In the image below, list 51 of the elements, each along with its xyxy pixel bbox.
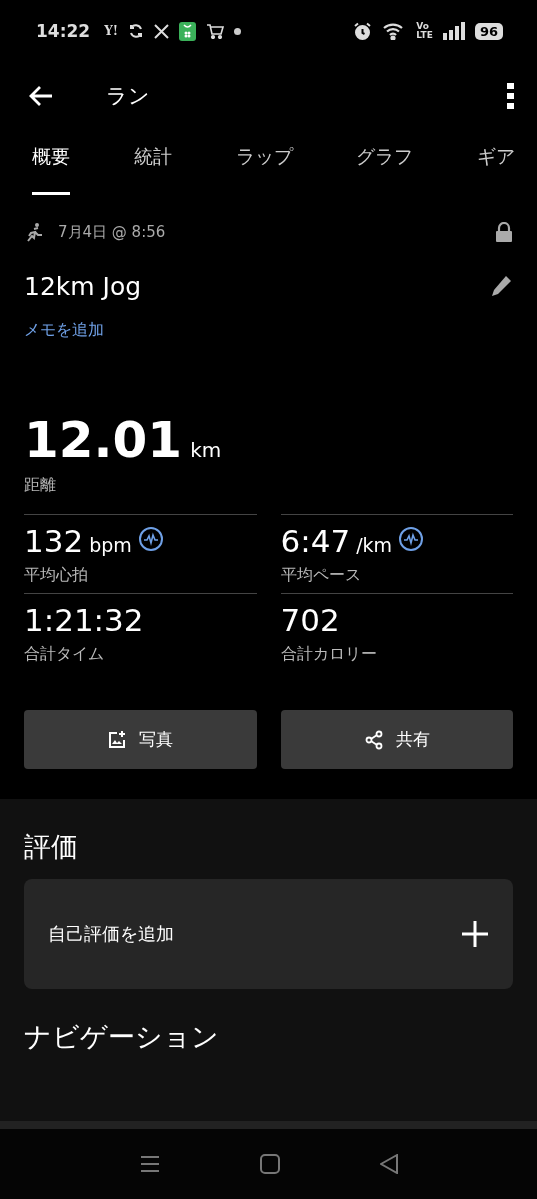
home-icon[interactable] [259,1154,280,1174]
stat-label: 合計タイム [24,644,105,665]
stat-unit: bpm [89,534,132,556]
distance-unit: km [190,438,222,462]
back-arrow-icon[interactable] [28,84,54,108]
menu-icon[interactable] [139,1155,160,1173]
stat-label: 平均ペース [280,565,362,586]
pencil-icon[interactable] [489,274,513,298]
plus-icon [461,920,489,948]
tab[interactable]: ギア [465,130,527,212]
x-logo-icon [153,23,169,39]
tab[interactable]: グラフ [344,130,426,212]
section-heading: 評価 [24,830,79,864]
signal-icon [442,22,465,40]
tab[interactable]: 概要 [20,130,82,212]
share-icon [363,729,384,750]
cart-icon [205,23,224,39]
activity-date: 7月4日 @ 8:56 [58,222,167,242]
dot-icon [233,27,241,35]
back-icon[interactable] [379,1154,398,1174]
share-button[interactable]: 共有 [280,710,513,769]
more-menu-icon[interactable] [507,83,515,109]
clock-time: 14:22 [36,21,91,41]
activity-title: 12km Jog [24,271,143,301]
lock-icon [495,222,513,242]
shopping-bag-icon [178,21,196,41]
distance-label: 距離 [24,475,57,496]
screen-title: ラン [106,83,151,110]
stat-value: 1:21:32 [24,602,144,638]
network-type-label: Vo LTE [416,22,433,40]
alarm-clock-icon [353,21,373,41]
tab[interactable]: 統計 [121,130,184,212]
add-photo-icon [107,729,128,750]
distance-value: 12.01 [24,411,183,469]
stat-value: 702 [280,602,340,638]
heart-rate-zone-icon [137,526,164,552]
heart-rate-zone-icon [398,526,425,552]
battery-level: 96 [474,22,503,40]
add-memo-link[interactable]: メモを追加 [24,320,104,341]
stat-unit: /km [356,534,393,556]
stat-label: 合計カロリー [280,644,378,665]
tab[interactable]: ラップ [223,130,305,212]
add-rating-button[interactable]: 自己評価を追加 [24,879,513,989]
stat-value: 132 [24,523,84,559]
section-heading: ナビゲーション [24,1020,220,1054]
stat-label: 平均心拍 [24,565,89,586]
running-figure-icon [24,222,44,242]
photo-button[interactable]: 写真 [24,710,257,769]
notification-mark: Y! [104,24,118,38]
stat-value: 6:47 [280,523,351,559]
sync-icon [127,23,144,39]
